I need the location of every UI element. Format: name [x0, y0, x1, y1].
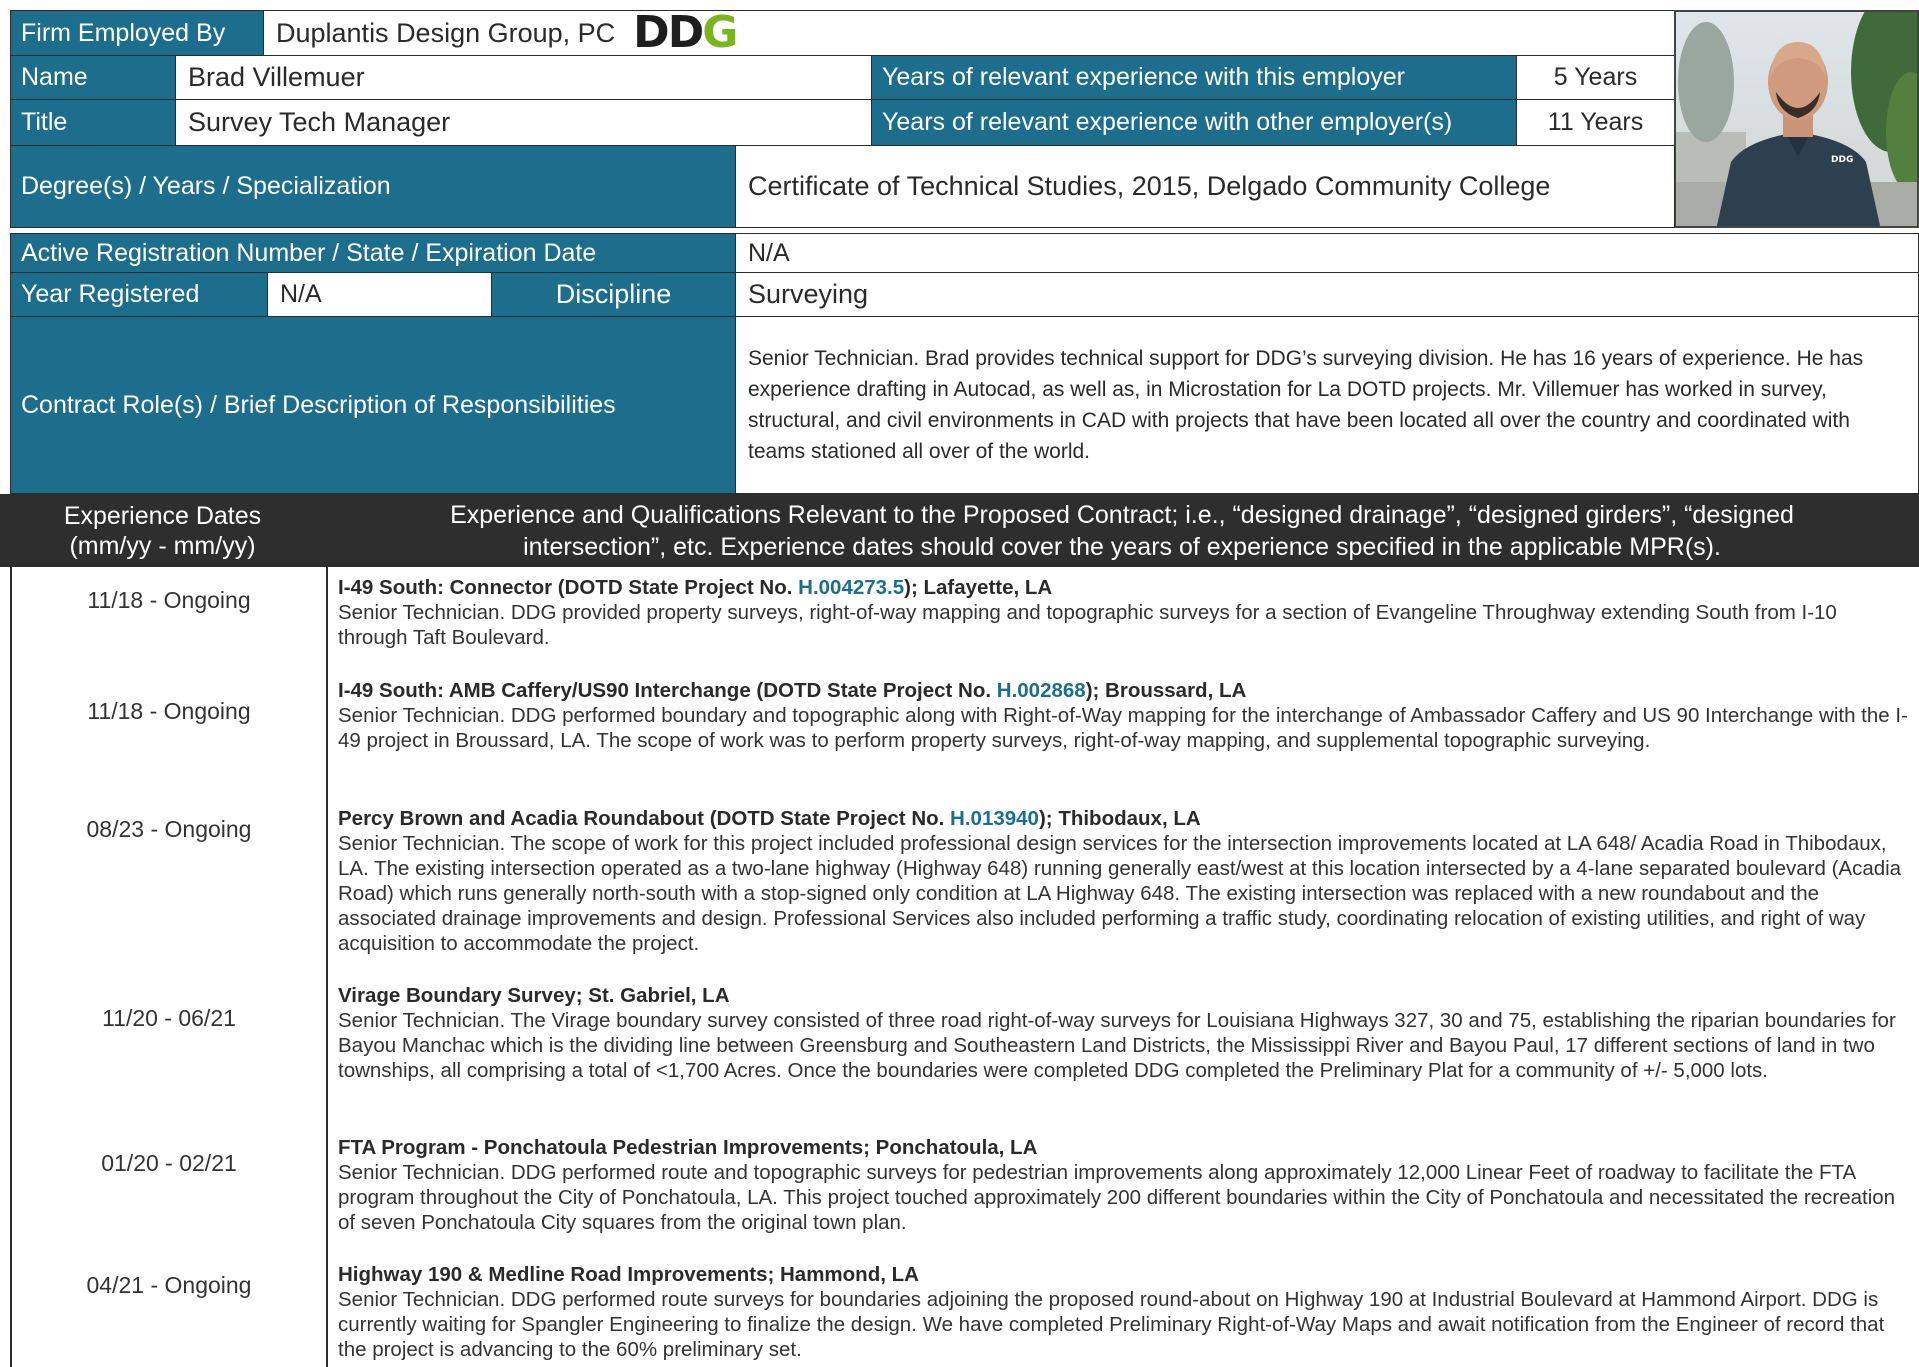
project-code: H.013940 — [950, 807, 1039, 830]
project-description: Senior Technician. DDG performed route s… — [338, 1288, 1885, 1361]
discipline-value-text: Surveying — [748, 279, 869, 309]
registration-value-text: N/A — [748, 238, 790, 267]
title-value: Survey Tech Manager — [175, 99, 872, 146]
contract-role-description: Senior Technician. Brad provides technic… — [735, 316, 1919, 494]
project-dates: 11/20 - 06/21 — [102, 1005, 236, 1031]
registration-label: Active Registration Number / State / Exp… — [10, 233, 736, 273]
project-title: Highway 190 & Medline Road Improvements;… — [338, 1263, 919, 1286]
project-title: I-49 South: AMB Caffery/US90 Interchange… — [338, 678, 1911, 703]
project-title-suffix: ); Thibodaux, LA — [1038, 807, 1201, 830]
firm-label: Firm Employed By — [10, 10, 264, 56]
project-text: Percy Brown and Acadia Roundabout (DOTD … — [338, 806, 1911, 956]
years-this-employer-label: Years of relevant experience with this e… — [871, 55, 1517, 100]
profile-photo: DDG — [1674, 10, 1919, 228]
ddg-logo: DDG — [633, 7, 738, 58]
discipline-label-text: Discipline — [555, 279, 672, 309]
degree-label-text: Degree(s) / Years / Specialization — [21, 172, 391, 200]
years-this-employer-value: 5 Years — [1516, 55, 1675, 100]
registration-label-text: Active Registration Number / State / Exp… — [21, 238, 597, 267]
profile-photo-illustration: DDG — [1676, 12, 1917, 226]
experience-dates-header-line1: Experience Dates — [63, 501, 262, 530]
year-registered-value-text: N/A — [280, 280, 322, 308]
table-left-border — [10, 567, 12, 1367]
degree-value-text: Certificate of Technical Studies, 2015, … — [748, 171, 1551, 201]
shirt-logo: DDG — [1831, 155, 1853, 165]
degree-label: Degree(s) / Years / Specialization — [10, 145, 736, 228]
years-other-employer-value: 11 Years — [1516, 99, 1675, 146]
project-text: I-49 South: Connector (DOTD State Projec… — [338, 575, 1911, 650]
contract-role-description-text: Senior Technician. Brad provides technic… — [748, 347, 1864, 463]
project-description: Senior Technician. DDG provided property… — [338, 601, 1837, 649]
contract-role-label: Contract Role(s) / Brief Description of … — [10, 316, 736, 494]
title-label-text: Title — [21, 108, 68, 136]
project-text: FTA Program - Ponchatoula Pedestrian Imp… — [338, 1135, 1911, 1235]
title-value-text: Survey Tech Manager — [188, 107, 451, 137]
table-column-divider — [326, 567, 328, 1367]
project-dates: 11/18 - Ongoing — [87, 698, 251, 724]
firm-value: Duplantis Design Group, PC DDG — [263, 10, 1675, 56]
years-this-employer-value-text: 5 Years — [1553, 63, 1638, 91]
project-description: Senior Technician. DDG performed boundar… — [338, 704, 1908, 752]
registration-value: N/A — [735, 233, 1919, 273]
years-this-employer-label-text: Years of relevant experience with this e… — [882, 63, 1405, 91]
degree-value: Certificate of Technical Studies, 2015, … — [735, 145, 1675, 228]
project-title-text: I-49 South: AMB Caffery/US90 Interchange… — [338, 679, 997, 702]
project-title: Percy Brown and Acadia Roundabout (DOTD … — [338, 806, 1911, 831]
name-label: Name — [10, 55, 176, 100]
name-value-text: Brad Villemuer — [188, 62, 365, 92]
project-title-text: Percy Brown and Acadia Roundabout (DOTD … — [338, 807, 951, 830]
years-other-employer-label: Years of relevant experience with other … — [871, 99, 1517, 146]
project-title: Virage Boundary Survey; St. Gabriel, LA — [338, 984, 730, 1007]
experience-quals-header-line2: intersection”, etc. Experience dates sho… — [523, 532, 1721, 561]
project-code: H.004273.5 — [798, 576, 905, 599]
project-text: Virage Boundary Survey; St. Gabriel, LA … — [338, 983, 1911, 1083]
year-registered-label: Year Registered — [10, 272, 268, 317]
firm-label-text: Firm Employed By — [21, 18, 226, 47]
project-description: Senior Technician. The scope of work for… — [338, 832, 1902, 955]
project-code: H.002868 — [996, 679, 1086, 702]
name-label-text: Name — [21, 63, 88, 91]
experience-dates-header: Experience Dates (mm/yy - mm/yy) — [0, 494, 325, 567]
experience-quals-header-line1: Experience and Qualifications Relevant t… — [450, 500, 1794, 529]
project-title-text: I-49 South: Connector (DOTD State Projec… — [338, 576, 799, 599]
project-title-suffix: ); Broussard, LA — [1085, 679, 1247, 702]
year-registered-value: N/A — [267, 272, 492, 317]
project-title: I-49 South: Connector (DOTD State Projec… — [338, 575, 1911, 600]
experience-table-header: Experience Dates (mm/yy - mm/yy) Experien… — [0, 494, 1919, 567]
project-description: Senior Technician. The Virage boundary s… — [338, 1009, 1896, 1082]
title-label: Title — [10, 99, 176, 146]
firm-name: Duplantis Design Group, PC — [276, 17, 616, 48]
discipline-value: Surveying — [735, 272, 1919, 317]
years-other-employer-value-text: 11 Years — [1547, 108, 1644, 136]
project-title-suffix: ); Lafayette, LA — [904, 576, 1053, 599]
years-other-employer-label-text: Years of relevant experience with other … — [882, 108, 1453, 136]
year-registered-label-text: Year Registered — [21, 280, 200, 308]
experience-qualifications-header: Experience and Qualifications Relevant t… — [325, 494, 1919, 567]
ddg-logo-accent: G — [702, 7, 738, 58]
project-text: Highway 190 & Medline Road Improvements;… — [338, 1262, 1911, 1362]
project-title: FTA Program - Ponchatoula Pedestrian Imp… — [338, 1136, 1038, 1159]
name-value: Brad Villemuer — [175, 55, 872, 100]
discipline-label: Discipline — [491, 272, 736, 317]
project-text: I-49 South: AMB Caffery/US90 Interchange… — [338, 678, 1911, 753]
resume-page: Firm Employed By Duplantis Design Group,… — [0, 0, 1919, 1367]
ddg-logo-text: DDG — [633, 7, 738, 58]
project-dates: 01/20 - 02/21 — [101, 1150, 237, 1176]
project-description: Senior Technician. DDG performed route a… — [338, 1161, 1896, 1234]
contract-role-label-text: Contract Role(s) / Brief Description of … — [21, 390, 616, 419]
experience-dates-header-line2: (mm/yy - mm/yy) — [69, 531, 256, 560]
project-dates: 11/18 - Ongoing — [87, 587, 251, 613]
project-dates: 04/21 - Ongoing — [86, 1272, 252, 1298]
project-dates: 08/23 - Ongoing — [86, 816, 252, 842]
